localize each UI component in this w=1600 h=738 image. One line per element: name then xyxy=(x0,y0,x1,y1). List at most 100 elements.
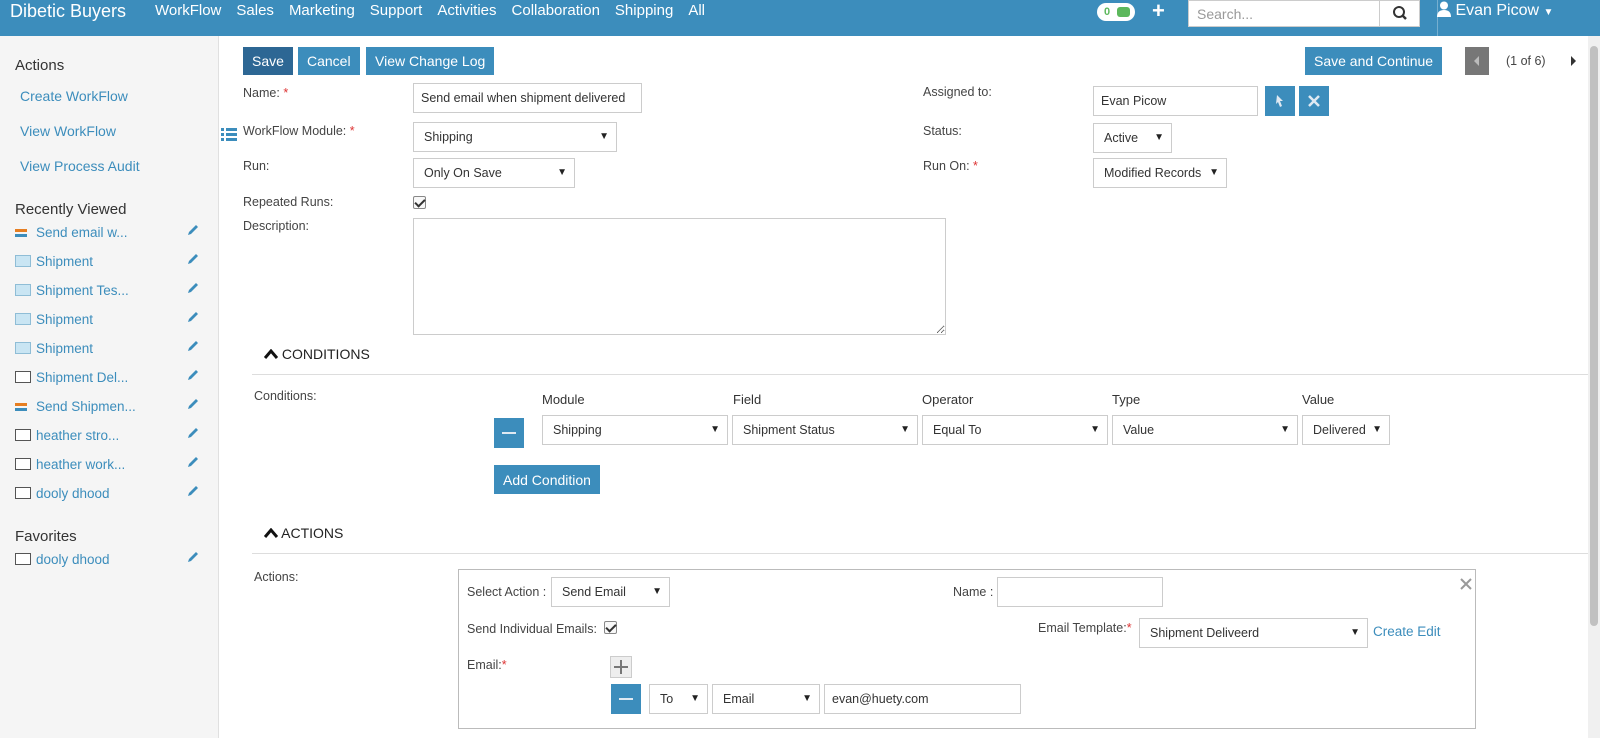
pencil-icon[interactable] xyxy=(186,368,200,382)
pencil-icon[interactable] xyxy=(186,223,200,237)
recent-item[interactable]: heather work... xyxy=(15,454,200,474)
pencil-icon[interactable] xyxy=(186,310,200,324)
search-input[interactable] xyxy=(1188,0,1380,27)
workflow-icon xyxy=(15,226,31,238)
scrollbar-thumb[interactable] xyxy=(1590,46,1598,626)
workflow-module-select[interactable]: Shipping ▼ xyxy=(413,122,617,152)
remove-email-button[interactable] xyxy=(611,684,641,714)
status-select[interactable]: Active ▼ xyxy=(1093,123,1172,153)
page-scrollbar[interactable] xyxy=(1588,36,1600,738)
nav-workflow[interactable]: WorkFlow xyxy=(155,2,221,19)
column-header-module: Module xyxy=(542,392,585,407)
pencil-icon[interactable] xyxy=(186,339,200,353)
plus-icon[interactable]: + xyxy=(1152,0,1165,24)
sidebar-view-process-audit[interactable]: View Process Audit xyxy=(20,158,140,174)
search-button[interactable] xyxy=(1380,0,1420,27)
conditions-section-toggle[interactable]: CONDITIONS xyxy=(263,346,370,362)
description-label: Description: xyxy=(243,219,309,233)
save-button[interactable]: Save xyxy=(243,47,293,75)
recent-item[interactable]: heather stro... xyxy=(15,425,200,445)
search-icon xyxy=(1393,6,1407,20)
condition-operator-select[interactable]: Equal To ▼ xyxy=(922,415,1108,445)
email-template-select[interactable]: Shipment Deliveerd ▼ xyxy=(1139,618,1368,648)
sidebar-create-workflow[interactable]: Create WorkFlow xyxy=(20,88,128,104)
add-email-button[interactable] xyxy=(610,656,632,678)
email-label: Email:* xyxy=(467,658,507,672)
nav-activities[interactable]: Activities xyxy=(437,2,496,19)
email-address-input[interactable] xyxy=(824,684,1021,714)
pager-prev-button[interactable] xyxy=(1465,47,1489,75)
notification-count: 0 xyxy=(1104,6,1111,18)
pager-next-button[interactable] xyxy=(1566,47,1582,75)
condition-module-select[interactable]: Shipping ▼ xyxy=(542,415,728,445)
condition-field-select[interactable]: Shipment Status ▼ xyxy=(732,415,918,445)
condition-type-select[interactable]: Value ▼ xyxy=(1112,415,1298,445)
pencil-icon[interactable] xyxy=(186,484,200,498)
recent-item[interactable]: Send email w... xyxy=(15,222,200,242)
pencil-icon[interactable] xyxy=(186,281,200,295)
select-user-button[interactable] xyxy=(1265,86,1295,116)
arrow-right-icon xyxy=(1571,56,1576,66)
favorite-item[interactable]: dooly dhood xyxy=(15,549,200,569)
run-on-label: Run On: * xyxy=(923,159,978,173)
name-input[interactable] xyxy=(413,83,642,113)
close-action-button[interactable] xyxy=(1458,576,1474,592)
pencil-icon[interactable] xyxy=(186,455,200,469)
description-textarea[interactable] xyxy=(413,218,946,335)
action-name-input[interactable] xyxy=(997,577,1163,607)
run-label: Run: xyxy=(243,159,270,173)
template-create-edit-link[interactable]: Create Edit xyxy=(1373,624,1441,639)
caret-down-icon: ▼ xyxy=(652,586,662,597)
repeated-runs-checkbox[interactable] xyxy=(413,196,426,209)
assigned-to-input[interactable] xyxy=(1093,86,1258,116)
recent-item[interactable]: Shipment Del... xyxy=(15,367,200,387)
nav-shipping[interactable]: Shipping xyxy=(615,2,673,19)
top-navbar: Dibetic Buyers WorkFlow Sales Marketing … xyxy=(0,0,1600,36)
name-label: Name: * xyxy=(243,86,289,100)
recent-item[interactable]: Shipment Tes... xyxy=(15,280,200,300)
view-change-log-button[interactable]: View Change Log xyxy=(366,47,495,75)
repeated-runs-label: Repeated Runs: xyxy=(243,195,334,209)
nav-sales[interactable]: Sales xyxy=(236,2,274,19)
caret-down-icon: ▼ xyxy=(1372,424,1382,435)
email-template-label: Email Template:* xyxy=(1038,621,1132,635)
remove-condition-button[interactable] xyxy=(494,418,524,448)
recent-item[interactable]: Shipment xyxy=(15,251,200,271)
recent-item-label: heather work... xyxy=(36,456,126,472)
run-on-select[interactable]: Modified Records ▼ xyxy=(1093,158,1227,188)
clear-user-button[interactable] xyxy=(1299,86,1329,116)
nav-collaboration[interactable]: Collaboration xyxy=(512,2,600,19)
recent-item[interactable]: dooly dhood xyxy=(15,483,200,503)
select-action-select[interactable]: Send Email ▼ xyxy=(551,577,670,607)
actions-section-toggle[interactable]: ACTIONS xyxy=(263,525,343,541)
add-condition-button[interactable]: Add Condition xyxy=(494,465,600,494)
user-menu[interactable]: Evan Picow ▼ xyxy=(1437,1,1553,20)
pencil-icon[interactable] xyxy=(186,426,200,440)
brand-name[interactable]: Dibetic Buyers xyxy=(10,1,126,22)
email-to-select[interactable]: To ▼ xyxy=(649,684,708,714)
recent-item-label: Send email w... xyxy=(36,224,128,240)
save-and-continue-button[interactable]: Save and Continue xyxy=(1305,47,1443,75)
cancel-button[interactable]: Cancel xyxy=(298,47,360,75)
recent-item[interactable]: Shipment xyxy=(15,338,200,358)
run-select[interactable]: Only On Save ▼ xyxy=(413,158,575,188)
nav-support[interactable]: Support xyxy=(370,2,423,19)
email-template-icon xyxy=(15,371,31,383)
shipment-icon xyxy=(15,284,31,296)
pencil-icon[interactable] xyxy=(186,550,200,564)
recent-item[interactable]: Send Shipmen... xyxy=(15,396,200,416)
recent-item[interactable]: Shipment xyxy=(15,309,200,329)
minus-icon xyxy=(502,432,516,434)
sidebar-view-workflow[interactable]: View WorkFlow xyxy=(20,123,116,139)
chat-bubble-icon xyxy=(1117,7,1130,17)
pencil-icon[interactable] xyxy=(186,397,200,411)
pencil-icon[interactable] xyxy=(186,252,200,266)
email-type-select[interactable]: Email ▼ xyxy=(712,684,820,714)
condition-value-select[interactable]: Delivered ▼ xyxy=(1302,415,1390,445)
send-individual-emails-checkbox[interactable] xyxy=(604,621,617,634)
nav-all[interactable]: All xyxy=(688,2,705,19)
list-icon[interactable] xyxy=(220,125,238,143)
notification-badge[interactable]: 0 xyxy=(1097,3,1135,21)
pager-text: (1 of 6) xyxy=(1506,54,1546,68)
nav-marketing[interactable]: Marketing xyxy=(289,2,355,19)
